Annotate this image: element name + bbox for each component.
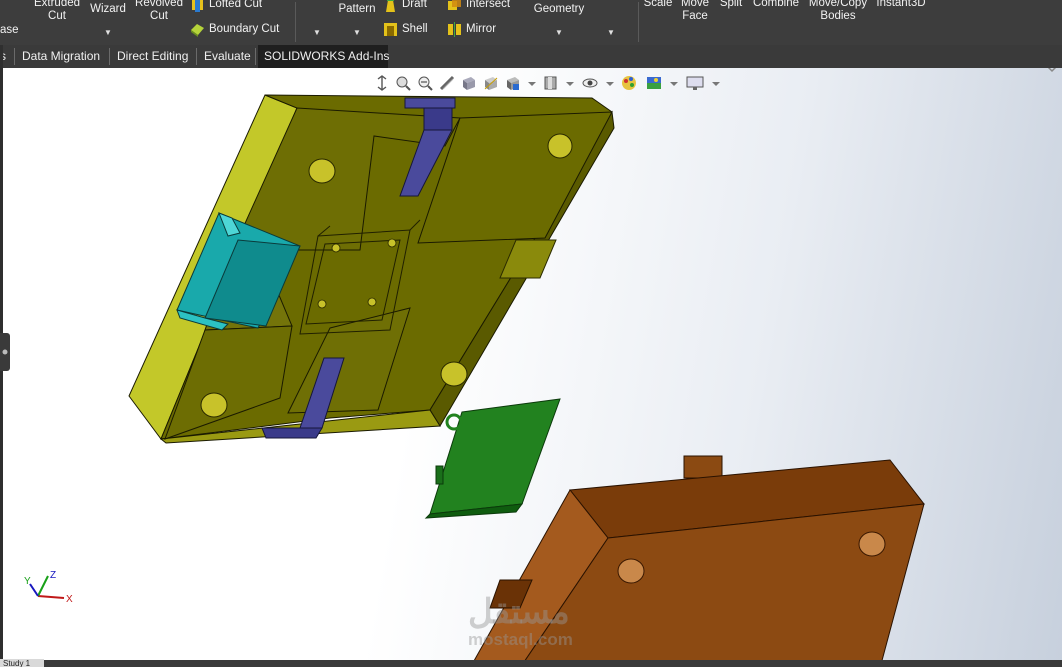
graphics-area[interactable]: X Z Y مستقل mostaql.com <box>0 68 1062 660</box>
shell-label: Shell <box>402 23 428 35</box>
tab-direct-editing[interactable]: Direct Editing <box>111 45 194 68</box>
hide-show-icon[interactable] <box>543 75 559 91</box>
shell-button[interactable]: Shell <box>383 22 428 37</box>
hide-show-dropdown-icon[interactable] <box>565 75 575 91</box>
pattern-label: Pattern <box>338 3 376 15</box>
instant3d-label: Instant3D <box>876 0 926 9</box>
move-copy-bodies-label-1: Move/Copy <box>808 0 868 9</box>
instant3d-button[interactable]: Instant3D <box>872 0 930 10</box>
view-dropdown-icon[interactable] <box>527 75 537 91</box>
watermark-latin: mostaql.com <box>468 630 573 649</box>
hole-wizard-dropdown-icon[interactable]: ▼ <box>104 28 112 37</box>
tab-solidworks-add-ins[interactable]: SOLIDWORKS Add-Ins <box>258 45 389 68</box>
tab-data-migration[interactable]: Data Migration <box>16 45 106 68</box>
view-settings-icon[interactable] <box>685 75 705 91</box>
boundary-cut-button[interactable]: Boundary Cut <box>190 22 279 37</box>
draft-button[interactable]: Draft <box>383 0 427 12</box>
ribbon-partial-label[interactable]: ase <box>0 24 19 37</box>
lofted-cut-label: Lofted Cut <box>209 0 263 10</box>
lofted-cut-icon <box>192 0 203 12</box>
watermark-arabic: مستقل <box>468 593 570 631</box>
study-tab[interactable]: Study 1 <box>0 659 44 667</box>
tab-evaluate[interactable]: Evaluate <box>198 45 257 68</box>
zoom-area-icon[interactable] <box>395 75 411 91</box>
panel-expand-handle[interactable] <box>0 333 10 371</box>
boundary-cut-label: Boundary Cut <box>209 23 280 35</box>
scale-label: Scale <box>643 0 673 9</box>
scene-dropdown-icon[interactable] <box>669 75 679 91</box>
extruded-cut-label-2: Cut <box>48 10 66 22</box>
edit-appearance-icon[interactable] <box>621 74 639 92</box>
hole-wizard-button[interactable]: Wizard <box>88 3 128 16</box>
revolved-cut-label-1: Revolved <box>135 0 183 9</box>
display-style-icon[interactable] <box>505 75 521 91</box>
eye-icon[interactable] <box>581 75 599 91</box>
tab-separator <box>109 48 110 65</box>
move-face-button[interactable]: Move Face <box>676 0 714 23</box>
intersect-button[interactable]: Intersect <box>447 0 510 12</box>
triad-z-label: Z <box>50 570 56 581</box>
lofted-cut-button[interactable]: Lofted Cut <box>190 0 262 12</box>
eye-dropdown-icon[interactable] <box>605 75 615 91</box>
panel-collapse-icon[interactable] <box>1046 68 1058 74</box>
combine-label: Combine <box>752 0 800 9</box>
triad-y-label: Y <box>24 576 31 587</box>
intersect-icon <box>448 0 461 10</box>
mirror-icon <box>448 22 461 37</box>
molded-part[interactable] <box>424 398 561 519</box>
reference-triad: X Z Y <box>24 570 73 605</box>
previous-view-icon[interactable] <box>417 75 433 91</box>
move-face-label-1: Move <box>680 0 710 9</box>
linear-pattern-button[interactable]: Pattern <box>332 3 382 16</box>
move-copy-bodies-label-2: Bodies <box>820 10 856 22</box>
dynamic-annotation-icon[interactable] <box>461 75 477 91</box>
reference-geometry-button[interactable]: Geometry <box>526 3 592 16</box>
boundary-cut-icon <box>191 24 204 37</box>
revolved-cut-button[interactable]: Revolved Cut <box>134 0 184 23</box>
revolved-cut-label-2: Cut <box>150 10 168 22</box>
pattern-dropdown-icon[interactable]: ▼ <box>353 28 361 37</box>
fillet-dropdown-icon[interactable]: ▼ <box>313 28 321 37</box>
triad-x-label: X <box>66 594 73 605</box>
mirror-button[interactable]: Mirror <box>447 22 496 37</box>
tab-separator <box>255 48 256 65</box>
hole-wizard-label: Wizard <box>90 3 126 15</box>
apply-scene-icon[interactable] <box>645 74 663 92</box>
tab-separator <box>196 48 197 65</box>
move-face-label-2: Face <box>682 10 708 22</box>
split-label: Split <box>719 0 743 9</box>
reference-geometry-dropdown-icon[interactable]: ▼ <box>555 28 563 37</box>
extruded-cut-button[interactable]: Extruded Cut <box>32 0 82 23</box>
mirror-label: Mirror <box>466 23 497 35</box>
ribbon-separator <box>295 2 296 42</box>
extruded-cut-label-1: Extruded <box>33 0 81 9</box>
model-view[interactable]: X Z Y <box>0 68 1062 660</box>
command-manager-ribbon: ase Extruded Cut Wizard ▼ Revolved Cut L… <box>0 0 1062 45</box>
split-button[interactable]: Split <box>714 0 748 10</box>
section-view-icon[interactable] <box>439 75 455 91</box>
shell-icon <box>384 23 397 36</box>
heads-up-view-toolbar <box>375 73 755 93</box>
tab-separator <box>14 48 15 65</box>
draft-icon <box>386 0 395 12</box>
scale-button[interactable]: Scale <box>640 0 676 10</box>
expand-handle-icon <box>2 349 8 355</box>
status-bar <box>0 660 1062 667</box>
zoom-to-fit-icon[interactable] <box>375 75 389 91</box>
ribbon-separator <box>638 2 639 42</box>
view-orientation-icon[interactable] <box>483 75 499 91</box>
curves-dropdown-icon[interactable]: ▼ <box>607 28 615 37</box>
intersect-label: Intersect <box>466 0 511 10</box>
draft-label: Draft <box>402 0 427 10</box>
view-settings-dropdown-icon[interactable] <box>711 75 721 91</box>
move-copy-bodies-button[interactable]: Move/Copy Bodies <box>806 0 870 23</box>
reference-geometry-label: Geometry <box>533 3 585 15</box>
combine-button[interactable]: Combine <box>748 0 804 10</box>
